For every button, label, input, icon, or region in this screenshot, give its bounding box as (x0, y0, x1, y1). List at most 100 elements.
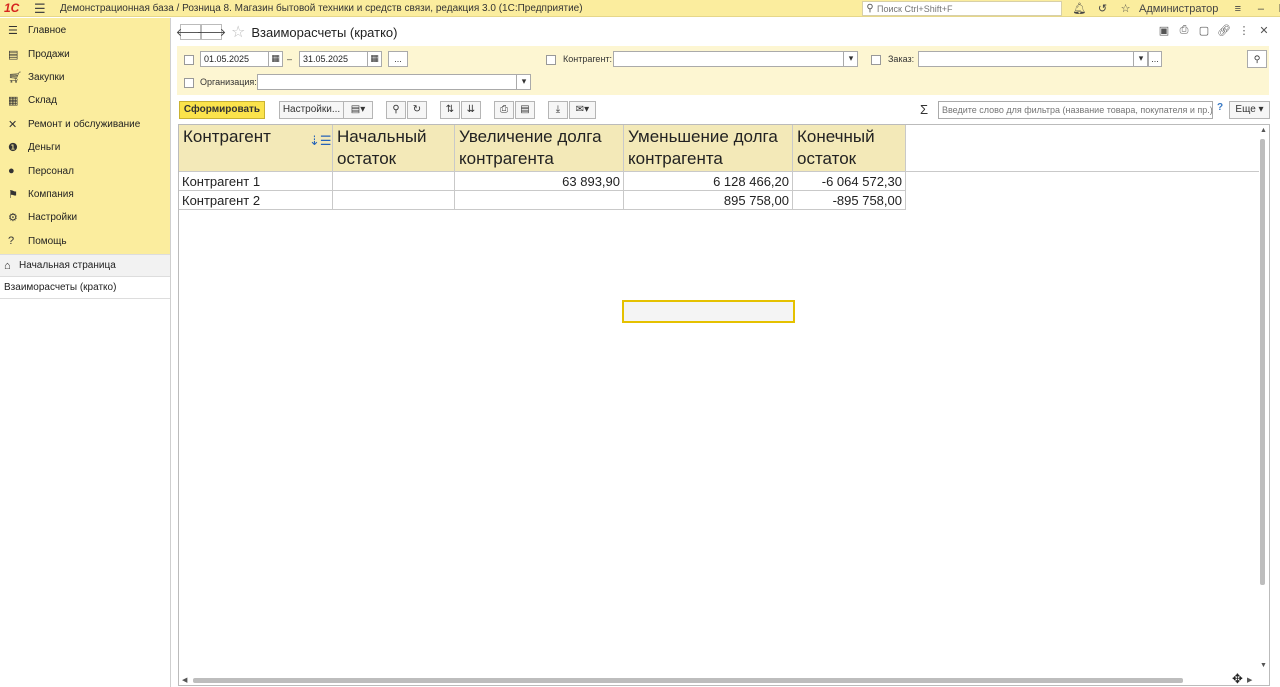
kontragent-checkbox[interactable] (546, 55, 556, 65)
nav-item-home[interactable]: ⌂ Начальная страница (0, 255, 170, 277)
scroll-up-icon[interactable]: ▲ (1260, 127, 1267, 134)
settings-button[interactable]: Настройки... (279, 101, 344, 119)
column-header-kontragent[interactable]: Контрагент ⇣☰ (179, 125, 333, 171)
column-header-opening-balance[interactable]: Начальный остаток (333, 125, 455, 171)
favorites-star-icon[interactable]: ☆ (1114, 2, 1137, 15)
table-cell[interactable] (333, 172, 455, 191)
vertical-scrollbar[interactable]: ▲ ▼ (1257, 125, 1269, 685)
filter-panel: 01.05.2025 ▦ – 31.05.2025 ▦ ... Контраге… (177, 46, 1269, 95)
period-checkbox[interactable] (184, 55, 194, 65)
sort-ascending-icon[interactable]: ⇅ (440, 101, 460, 119)
table-cell[interactable]: -895 758,00 (793, 191, 906, 210)
cash-register-icon: ▤ (8, 48, 19, 61)
sidebar-item-settings[interactable]: ⚙ Настройки (0, 206, 170, 229)
history-icon[interactable]: ↺ (1091, 2, 1114, 15)
find-next-icon[interactable]: ↻ (407, 101, 427, 119)
main-area: 🡐 🡒 ☆ Взаиморасчеты (кратко) ▣ ⎙ ▢ 🔗︎ ⋮ … (172, 18, 1280, 687)
funnel-icon[interactable]: ⚲ (1247, 50, 1267, 68)
global-search[interactable]: ⚲ (862, 1, 1062, 16)
kontragent-label: Контрагент: (563, 54, 613, 64)
filter-help-icon[interactable]: ? (1217, 102, 1223, 113)
close-form-icon[interactable]: ✕ (1254, 24, 1274, 37)
sidebar: ☰ Главное ▤ Продажи 🛒︎ Закупки ▦ Склад ✕ Ремо… (0, 18, 171, 687)
scroll-down-icon[interactable]: ▼ (1260, 662, 1267, 669)
settings-menu-icon[interactable]: ≡ (1226, 3, 1249, 15)
sum-icon[interactable]: Σ (920, 102, 928, 117)
global-search-input[interactable] (877, 3, 1057, 14)
sort-icon[interactable]: ⇣☰ (309, 130, 332, 152)
main-menu-icon[interactable]: ☰ (34, 0, 50, 17)
column-header-debt-increase[interactable]: Увеличение долга контрагента (455, 125, 624, 171)
table-cell[interactable]: Контрагент 2 (179, 191, 333, 210)
chevron-down-icon[interactable]: ▾ (1133, 51, 1148, 67)
calendar-icon[interactable]: ▦ (268, 51, 282, 67)
table-cell[interactable]: 6 128 466,20 (624, 172, 793, 191)
kontragent-field[interactable] (613, 51, 858, 67)
open-windows-list: ⌂ Начальная страница Взаиморасчеты (кратк… (0, 254, 170, 299)
minimize-icon[interactable]: – (1249, 3, 1272, 15)
form-title-bar: 🡐 🡒 ☆ Взаиморасчеты (кратко) ▣ ⎙ ▢ 🔗︎ ⋮ … (172, 18, 1280, 46)
table-cell[interactable]: 895 758,00 (624, 191, 793, 210)
move-cursor-icon: ✥ (1232, 671, 1243, 686)
table-cell[interactable] (455, 191, 624, 210)
nav-item-mutual-settlements[interactable]: Взаиморасчеты (кратко) (0, 277, 170, 299)
period-select-button[interactable]: ... (388, 51, 408, 67)
report-spreadsheet[interactable]: Контрагент ⇣☰ Начальный остаток Увеличен… (178, 124, 1270, 686)
user-name[interactable]: Администратор (1139, 3, 1218, 15)
column-header-closing-balance[interactable]: Конечный остаток (793, 125, 906, 171)
zakaz-label: Заказ: (888, 54, 915, 64)
organizaciya-checkbox[interactable] (184, 78, 194, 88)
selected-cell[interactable] (622, 300, 795, 323)
chevron-down-icon[interactable]: ▾ (516, 74, 531, 90)
horizontal-scroll-thumb[interactable] (193, 678, 1183, 683)
sidebar-item-sales[interactable]: ▤ Продажи (0, 42, 170, 65)
print-icon[interactable]: ⎙ (1174, 24, 1194, 37)
favorite-star-icon[interactable]: ☆ (231, 22, 245, 42)
report-toolbar: Сформировать Настройки... ▤▾ ⚲ ↻ ⇅ ⇊ ⎙ ▤… (172, 99, 1280, 121)
save-to-file-icon[interactable]: ⤓ (548, 101, 568, 119)
send-email-icon[interactable]: ✉▾ (569, 101, 596, 119)
save-icon[interactable]: ▣ (1154, 24, 1174, 37)
table-cell[interactable] (333, 191, 455, 210)
sidebar-item-help[interactable]: ? Помощь (0, 230, 170, 253)
sidebar-item-warehouse[interactable]: ▦ Склад (0, 89, 170, 112)
link-icon[interactable]: 🔗︎ (1214, 24, 1234, 37)
menu-icon: ☰ (8, 25, 18, 38)
sidebar-item-main[interactable]: ☰ Главное (0, 19, 170, 42)
organizaciya-field[interactable] (257, 74, 531, 90)
sidebar-item-purchases[interactable]: 🛒︎ Закупки (0, 66, 170, 89)
zakaz-select-button[interactable]: ... (1148, 51, 1162, 67)
chevron-down-icon[interactable]: ▾ (843, 51, 858, 67)
variants-dropdown-icon[interactable]: ▤▾ (343, 101, 373, 119)
forward-button[interactable]: 🡒 (197, 24, 226, 40)
column-settings-icon[interactable]: ⇊ (461, 101, 481, 119)
generate-button[interactable]: Сформировать (179, 101, 265, 119)
more-vertical-icon[interactable]: ⋮ (1234, 24, 1254, 37)
table-cell[interactable]: Контрагент 1 (179, 172, 333, 191)
page-title: Взаиморасчеты (кратко) (251, 24, 398, 40)
scroll-left-icon[interactable]: ◀ (182, 676, 187, 684)
zakaz-field[interactable] (918, 51, 1148, 67)
sidebar-item-personnel[interactable]: ● Персонал (0, 159, 170, 182)
preview-icon[interactable]: ▢ (1194, 24, 1214, 37)
bell-icon[interactable]: 🔔︎ (1068, 2, 1091, 15)
search-icon: ⚲ (866, 3, 874, 14)
vertical-scroll-thumb[interactable] (1260, 139, 1265, 585)
find-icon[interactable]: ⚲ (386, 101, 406, 119)
report-filter-input[interactable] (938, 101, 1213, 119)
restore-icon[interactable]: ❐ (1272, 2, 1280, 15)
sidebar-item-repair[interactable]: ✕ Ремонт и обслуживание (0, 113, 170, 136)
table-cell[interactable]: 63 893,90 (455, 172, 624, 191)
period-dash: – (287, 54, 293, 64)
scroll-right-icon[interactable]: ▶ (1247, 676, 1252, 684)
table-cell[interactable]: -6 064 572,30 (793, 172, 906, 191)
more-button[interactable]: Еще ▾ (1229, 101, 1270, 119)
horizontal-scrollbar[interactable]: ◀ ▶ (179, 675, 1259, 685)
column-header-debt-decrease[interactable]: Уменьшение долга контрагента (624, 125, 793, 171)
sidebar-item-company[interactable]: ⚑ Компания (0, 183, 170, 206)
sidebar-item-money[interactable]: ❶ Деньги (0, 136, 170, 159)
zakaz-checkbox[interactable] (871, 55, 881, 65)
print-icon[interactable]: ⎙ (494, 101, 514, 119)
calendar-icon[interactable]: ▦ (367, 51, 381, 67)
print-preview-icon[interactable]: ▤ (515, 101, 535, 119)
